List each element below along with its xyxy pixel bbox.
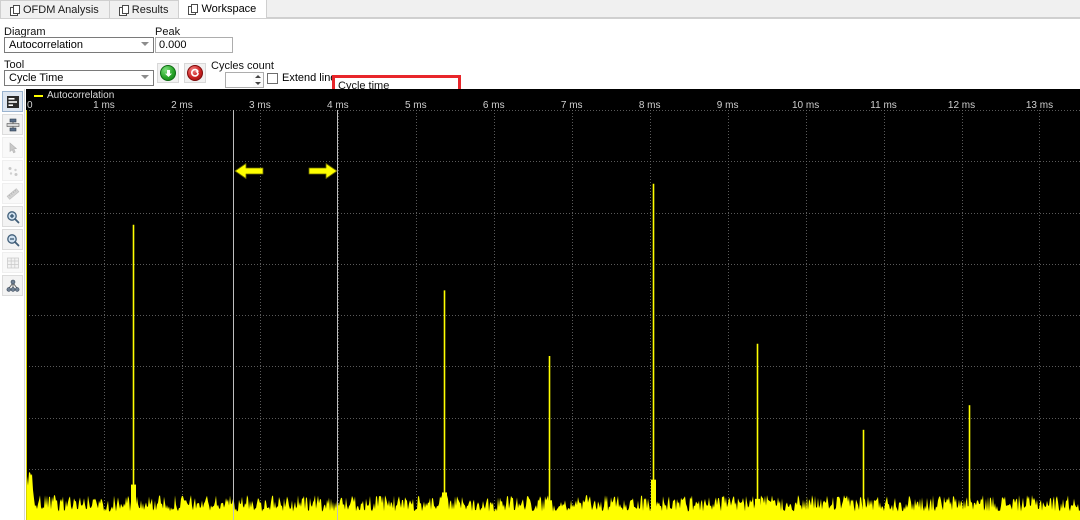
left-arrow-icon [234,163,264,179]
tab-strip-filler [266,0,1080,18]
peak-shoulder [755,498,760,520]
diagram-value: Autocorrelation [9,39,83,51]
controls-panel: Diagram Autocorrelation Peak 0.000 Tool … [0,19,1080,107]
legend-tool-button[interactable] [2,91,23,112]
x-axis-tick: 5 ms [404,100,427,111]
chevron-down-icon [141,75,149,79]
red-refresh-arrow-icon [187,65,203,81]
peak-shoulder [131,484,136,520]
peak-shoulder [967,506,972,520]
pointer-icon [9,141,17,153]
zoom-in-icon [6,210,19,223]
x-axis-tick: 11 ms [870,100,897,111]
pointer-tool-button[interactable] [2,137,23,158]
arrow-right[interactable] [308,162,338,183]
tool-select[interactable]: Cycle Time [4,70,154,86]
peak-input[interactable]: 0.000 [155,37,233,53]
axis-settings-tool-button[interactable] [2,114,23,135]
peak-shoulder [651,479,656,520]
stepper-down-icon[interactable] [253,80,263,87]
x-axis-tick: 4 ms [326,100,349,111]
markers-icon [8,166,17,176]
cycles-count-stepper[interactable] [253,72,264,88]
axis-settings-icon [6,118,19,131]
ruler-tool-button[interactable] [2,183,23,204]
x-axis-tick: 0 [27,100,33,111]
x-axis-tick: 9 ms [716,100,739,111]
x-axis-tick-labels: 0 1 ms 2 ms 3 ms 4 ms 5 ms 6 ms 7 ms 8 ms 9 ms 10 … [26,100,1080,112]
diagram-select[interactable]: Autocorrelation [4,37,154,53]
peak-shoulder [547,500,552,520]
x-axis-tick: 12 ms [947,100,976,111]
x-axis-tick: 13 ms [1025,100,1054,111]
green-down-arrow-icon [160,65,176,81]
stepper-up-icon[interactable] [253,73,263,80]
peak-value: 0.000 [159,39,187,51]
tab-strip: OFDM Analysis Results Workspace [0,0,1080,19]
x-axis-tick: 10 ms [791,100,820,111]
markers-tool-button[interactable] [2,160,23,181]
chart-tool-sidebar [0,89,25,520]
tab-label: OFDM Analysis [23,3,99,16]
tab-label: Results [131,3,169,16]
checkbox-box-icon[interactable] [267,72,278,84]
hierarchy-icon [6,279,19,292]
cycles-count-label: Cycles count [211,60,274,72]
x-axis-tick: 2 ms [171,100,193,111]
window-icon [187,4,199,15]
tab-workspace[interactable]: Workspace [178,0,268,18]
x-axis-tick: 3 ms [249,100,271,111]
x-axis-tick: 6 ms [482,100,505,111]
plot-left-edge [26,110,27,520]
window-icon [9,4,20,16]
grid-tool-button[interactable] [2,252,23,273]
reset-button[interactable] [184,63,206,83]
ruler-icon [6,187,19,200]
tab-results[interactable]: Results [108,0,180,18]
x-axis-tick: 1 ms [93,100,115,111]
extend-lines-checkbox[interactable]: Extend lines [267,72,342,84]
hierarchy-tool-button[interactable] [2,275,23,296]
x-axis-tick: 7 ms [560,100,583,111]
autocorrelation-chart[interactable]: Autocorrelation 01 ms 2 ms 3 ms 4 ms 5 ms 6 m… [26,89,1080,520]
peak-shoulder [442,492,447,520]
tool-value: Cycle Time [9,72,64,84]
autocorrelation-waveform [26,183,1080,520]
grid-icon [6,257,19,268]
x-axis-tick: 8 ms [638,100,661,111]
arrow-left[interactable] [234,162,264,183]
zoom-out-tool-button[interactable] [2,229,23,250]
zoom-out-icon [6,233,19,246]
tab-label: Workspace [201,3,257,15]
legend-swatch-icon [34,94,43,97]
peak-shoulder [861,509,866,520]
legend-icon [6,95,19,108]
right-arrow-icon [308,163,338,179]
window-icon [118,4,129,16]
noise-floor [26,472,1080,520]
zoom-in-tool-button[interactable] [2,206,23,227]
tab-ofdm-analysis[interactable]: OFDM Analysis [0,0,110,18]
chart-plot-area[interactable] [26,110,1080,520]
chevron-down-icon [141,42,149,46]
apply-button[interactable] [157,63,179,83]
